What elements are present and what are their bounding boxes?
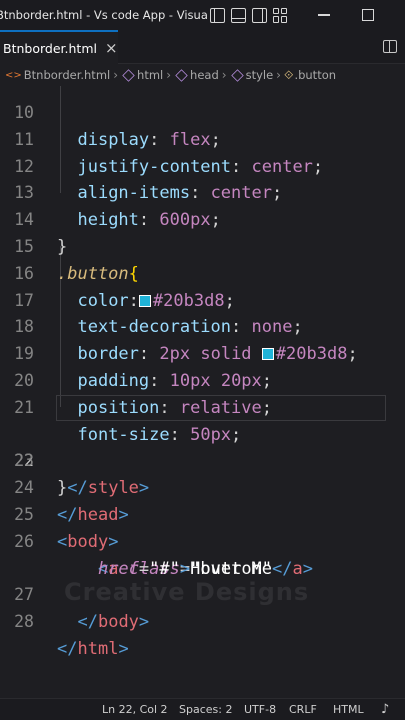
breadcrumb-file-label: Btnborder.html (23, 68, 111, 82)
code-line: 12 align-items: center; (0, 127, 405, 204)
code-line: 19 padding: 10px 20px; (0, 314, 405, 391)
tab-label: Btnborder.html (3, 40, 97, 56)
breadcrumb-style[interactable]: › style (219, 68, 273, 82)
split-editor-icon[interactable] (383, 40, 397, 53)
breadcrumb-label: head (190, 68, 219, 82)
tab-btnborder-html[interactable]: Btnborder.html × (0, 30, 118, 64)
code-line: 18 border: 2px solid #20b3d8; (0, 288, 405, 364)
code-line: 17 text-decoration: none; (0, 261, 405, 338)
toggle-panel-icon[interactable] (231, 7, 246, 23)
code-token: html (77, 638, 119, 659)
breadcrumb-button[interactable]: › ⟐ .button (273, 68, 336, 83)
element-icon (122, 68, 135, 82)
indentation-setting[interactable]: Spaces: 2 (179, 703, 232, 716)
chevron-right-icon: › (113, 68, 119, 82)
chevron-right-icon: › (276, 68, 281, 82)
toggle-secondary-sidebar-icon[interactable] (252, 7, 267, 23)
code-token: body (97, 612, 139, 633)
watermark-text: Creative Designs (64, 578, 310, 606)
code-line: 16 color: #20b3d8; (0, 234, 405, 311)
breadcrumb: <> Btnborder.html › html › head › style … (0, 64, 405, 86)
breadcrumb-file[interactable]: <> Btnborder.html (0, 68, 110, 82)
cursor-position[interactable]: Ln 22, Col 2 (102, 703, 168, 716)
breadcrumb-head[interactable]: › head (163, 68, 219, 82)
close-icon[interactable]: × (105, 39, 118, 57)
code-line-current: 22 } (0, 394, 405, 498)
code-line: 13 height: 600px; (0, 154, 405, 230)
notifications-icon[interactable]: ♪ (381, 702, 389, 717)
code-line: 20 position: relative; (0, 341, 405, 418)
toggle-primary-sidebar-icon[interactable] (210, 7, 225, 23)
element-icon (175, 68, 188, 82)
eol-setting[interactable]: CRLF (289, 703, 317, 716)
css-class-icon: ⟐ (283, 67, 294, 82)
code-line: 15 .button{ (0, 207, 405, 284)
minimize-button[interactable] (318, 14, 330, 16)
element-icon (230, 68, 244, 82)
line-number: 28 (14, 612, 34, 632)
breadcrumb-html[interactable]: › html (110, 68, 163, 82)
chevron-right-icon: › (221, 68, 227, 82)
current-line-highlight (56, 394, 386, 421)
chevron-right-icon: › (166, 68, 172, 82)
code-line: 21 font-size: 50px; (0, 368, 405, 445)
code-line: 26 <a class="button" (0, 502, 405, 579)
title-bar: Btnborder.html - Vs code App - Visual S.… (0, 0, 405, 30)
code-line: 25 <body> (0, 475, 405, 552)
code-line: 24 </head> (0, 448, 405, 525)
status-bar: Ln 22, Col 2 Spaces: 2 UTF-8 CRLF HTML ♪ (0, 698, 405, 720)
customize-layout-icon[interactable] (273, 7, 288, 23)
code-line: 23 </style> (0, 422, 405, 498)
tab-bar: Btnborder.html × (0, 30, 405, 64)
breadcrumb-label: .button (294, 68, 337, 82)
maximize-button[interactable] (362, 9, 374, 21)
breadcrumb-label: style (245, 68, 274, 82)
code-line-wrapped: href="#">Hover Me</a> (97, 558, 313, 579)
breadcrumb-label: html (137, 68, 164, 82)
code-line: 14 } (0, 180, 405, 257)
encoding-setting[interactable]: UTF-8 (244, 703, 276, 716)
layout-controls (210, 7, 288, 23)
html-file-icon: <> (5, 69, 22, 81)
code-line: 11 justify-content: center; (0, 100, 405, 177)
window-title: Btnborder.html - Vs code App - Visual S.… (0, 8, 208, 22)
code-editor[interactable]: 10 display: flex; 11 justify-content: ce… (0, 86, 405, 698)
code-line: 10 display: flex; (0, 86, 405, 150)
language-mode[interactable]: HTML (333, 703, 364, 716)
